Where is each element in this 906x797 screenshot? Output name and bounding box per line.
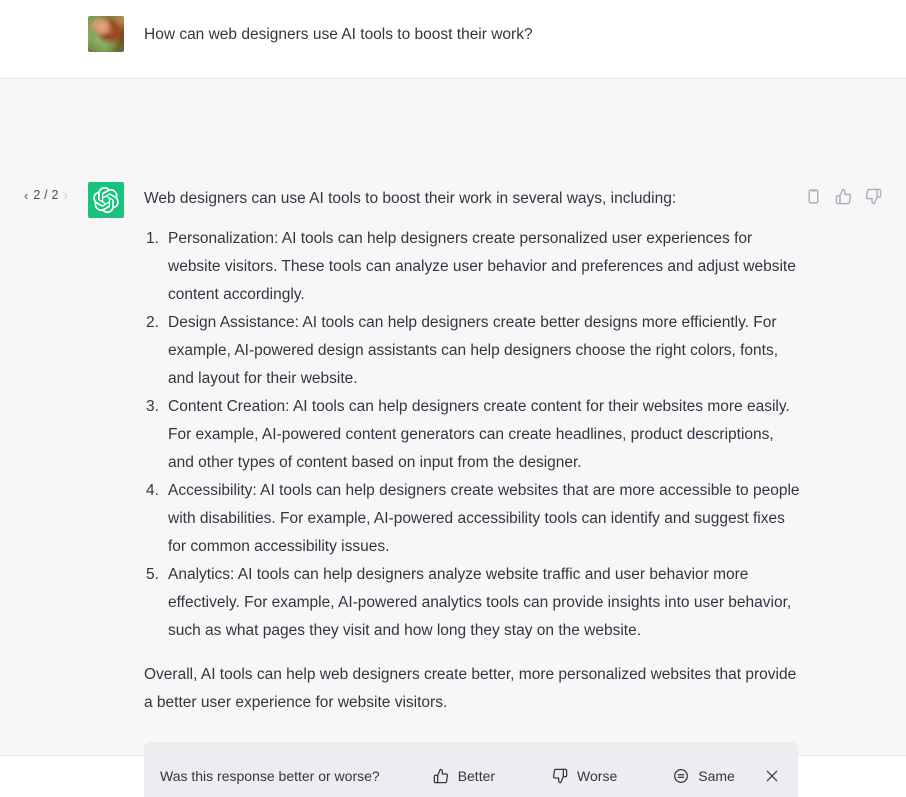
conversation-thread: How can web designers use AI tools to bo… — [0, 0, 906, 797]
user-message-row: How can web designers use AI tools to bo… — [0, 0, 906, 78]
list-item: Analytics: AI tools can help designers a… — [144, 561, 800, 645]
feedback-better-label: Better — [458, 769, 495, 783]
assistant-intro-text: Web designers can use AI tools to boost … — [144, 185, 800, 213]
feedback-worse-label: Worse — [577, 769, 617, 783]
close-icon — [764, 768, 780, 784]
user-message-body: How can web designers use AI tools to bo… — [144, 21, 804, 49]
equals-circle-icon — [673, 768, 689, 784]
feedback-better-button[interactable]: Better — [433, 768, 495, 784]
user-message-text: How can web designers use AI tools to bo… — [144, 21, 804, 49]
chatgpt-logo-avatar — [88, 182, 124, 218]
user-photo-avatar — [88, 16, 124, 52]
thumbs-up-icon — [433, 768, 449, 784]
response-pagination: ‹ 2 / 2 › — [24, 189, 68, 202]
feedback-worse-button[interactable]: Worse — [552, 768, 617, 784]
next-response-button[interactable]: › — [64, 189, 68, 202]
feedback-close-button[interactable] — [762, 766, 782, 786]
feedback-same-label: Same — [698, 769, 735, 783]
copy-icon[interactable] — [804, 187, 822, 205]
assistant-message-row: ‹ 2 / 2 › — [0, 78, 906, 756]
response-feedback-bar: Was this response better or worse? Bette… — [144, 742, 798, 797]
response-counter: 2 / 2 — [33, 189, 58, 202]
thumbs-up-icon[interactable] — [834, 187, 852, 205]
assistant-message-body: Web designers can use AI tools to boost … — [144, 185, 800, 717]
list-item: Content Creation: AI tools can help desi… — [144, 393, 800, 477]
list-item: Accessibility: AI tools can help designe… — [144, 477, 800, 561]
previous-response-button[interactable]: ‹ — [24, 189, 28, 202]
assistant-outro-text: Overall, AI tools can help web designers… — [144, 661, 800, 717]
message-action-buttons — [804, 187, 882, 205]
assistant-numbered-list: Personalization: AI tools can help desig… — [144, 225, 800, 645]
openai-flower-icon — [93, 187, 119, 213]
thumbs-down-icon — [552, 768, 568, 784]
feedback-same-button[interactable]: Same — [673, 768, 735, 784]
feedback-question-label: Was this response better or worse? — [160, 769, 380, 783]
list-item: Personalization: AI tools can help desig… — [144, 225, 800, 309]
list-item: Design Assistance: AI tools can help des… — [144, 309, 800, 393]
thumbs-down-icon[interactable] — [864, 187, 882, 205]
